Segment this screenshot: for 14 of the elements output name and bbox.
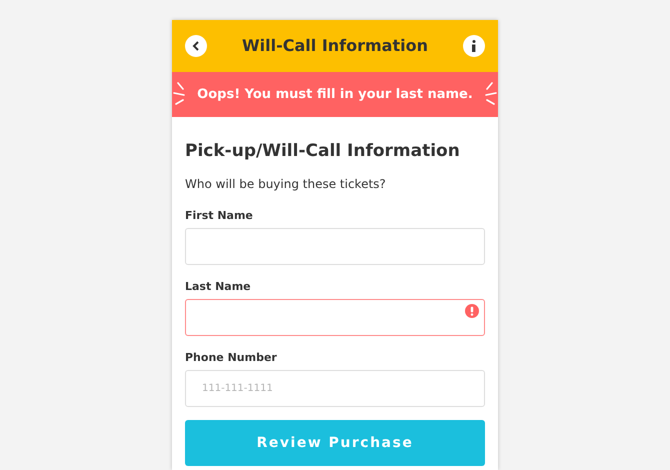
page-title: Will-Call Information [242, 35, 428, 57]
review-purchase-button[interactable]: Review Purchase [185, 420, 485, 466]
back-button[interactable] [185, 35, 207, 57]
form-heading: Pick-up/Will-Call Information [185, 140, 461, 163]
form-prompt: Who will be buying these tickets? [185, 176, 387, 193]
field-label: Phone Number [185, 350, 278, 365]
info-button[interactable] [463, 35, 485, 57]
error-icon [465, 304, 479, 318]
error-message: Oops! You must fill in your last name. [197, 86, 473, 104]
field-label: Last Name [185, 279, 252, 294]
input-field[interactable] [185, 299, 485, 336]
field-label: First Name [185, 208, 254, 223]
back-icon [192, 41, 200, 51]
info-icon [471, 40, 477, 52]
